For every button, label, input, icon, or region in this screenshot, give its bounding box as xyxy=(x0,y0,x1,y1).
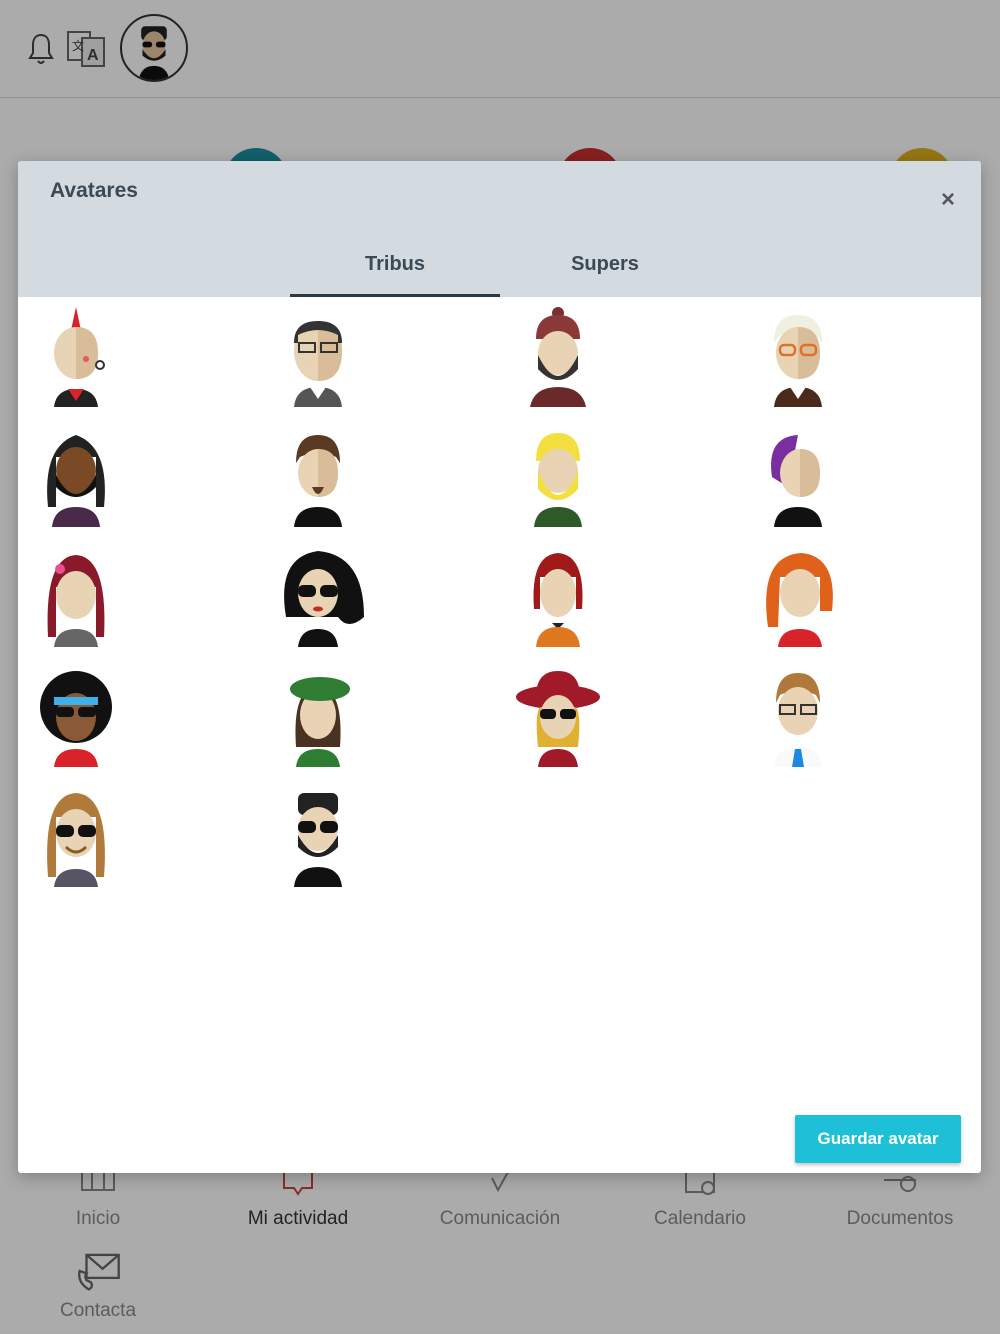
tab-tribus[interactable]: Tribus xyxy=(290,241,500,297)
save-avatar-button[interactable]: Guardar avatar xyxy=(795,1115,961,1163)
afro-headband-avatar[interactable] xyxy=(26,667,126,767)
tab-supers[interactable]: Supers xyxy=(500,241,710,297)
yellow-beard-avatar[interactable] xyxy=(508,427,608,527)
red-bob-avatar[interactable] xyxy=(508,547,608,647)
red-hat-sunglasses-avatar[interactable] xyxy=(508,667,608,767)
red-hair-flower-avatar[interactable] xyxy=(26,547,126,647)
long-hair-sunglasses-avatar[interactable] xyxy=(26,787,126,887)
orange-hair-avatar[interactable] xyxy=(748,547,848,647)
modal-title: Avatares xyxy=(50,179,138,202)
bald-glasses-avatar[interactable] xyxy=(268,307,368,407)
tab-bar: Tribus Supers xyxy=(290,241,710,297)
close-icon[interactable]: × xyxy=(937,188,959,212)
beanie-beard-avatar[interactable] xyxy=(508,307,608,407)
black-hair-sunglasses-avatar[interactable] xyxy=(268,547,368,647)
dreadlocks-avatar[interactable] xyxy=(26,427,126,527)
beret-avatar[interactable] xyxy=(268,667,368,767)
beard-sunglasses-avatar[interactable] xyxy=(268,787,368,887)
modal-header: Avatares × Tribus Supers xyxy=(18,161,981,297)
punk-avatar[interactable] xyxy=(26,307,126,407)
goatee-avatar[interactable] xyxy=(268,427,368,527)
avatar-modal: Avatares × Tribus Supers Guardar avatar xyxy=(18,161,981,1173)
purple-hair-avatar[interactable] xyxy=(748,427,848,527)
white-hair-glasses-avatar[interactable] xyxy=(748,307,848,407)
glasses-tie-avatar[interactable] xyxy=(748,667,848,767)
